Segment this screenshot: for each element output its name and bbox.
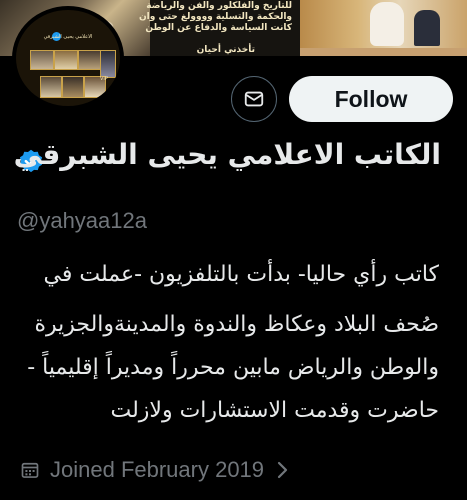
avatar-photo-tile bbox=[62, 76, 84, 98]
user-handle: @yahyaa12a bbox=[17, 208, 147, 233]
message-button[interactable] bbox=[231, 76, 277, 122]
chevron-right-icon bbox=[277, 461, 288, 479]
avatar-photo-tile bbox=[30, 50, 54, 70]
banner-text-block: للتاريخ والفلكلور والفن والرياضة والحكمة… bbox=[139, 0, 300, 56]
envelope-icon bbox=[244, 91, 264, 107]
bio-line: كاتب رأي حاليا- بدأت بالتلفزيون -عملت في bbox=[43, 262, 439, 287]
bio-line: والوطن والرياض مابين محرراً ومديراً إقلي… bbox=[27, 355, 439, 380]
banner-text-line: كانت السياسة والدفاع عن الوطن bbox=[145, 23, 292, 33]
banner-photo-right bbox=[300, 0, 467, 56]
follow-button[interactable]: Follow bbox=[289, 76, 453, 122]
joined-date-row[interactable]: Joined February 2019 bbox=[20, 455, 288, 485]
bio-line: صُحف البلاد وعكاظ والندوة والمدينةوالجزي… bbox=[34, 312, 439, 337]
avatar-vip-label: VIP bbox=[100, 76, 108, 82]
avatar-photo-tile bbox=[100, 50, 116, 78]
calendar-icon bbox=[21, 462, 39, 478]
avatar-photo-tile bbox=[40, 76, 62, 98]
bio-line: حاضرت وقدمت الاستشارات ولازلت bbox=[110, 398, 440, 423]
display-name: الكاتب الاعلامي يحيى الشبرقي bbox=[13, 138, 441, 171]
banner-text-line: تأخذني أحيان bbox=[196, 45, 255, 55]
avatar-photo-tile bbox=[78, 50, 102, 70]
avatar[interactable]: الاعلامي يحيى الشبرقي VIP bbox=[12, 6, 124, 110]
banner-text-line: للتاريخ والفلكلور والفن والرياضة bbox=[146, 1, 292, 11]
joined-date-text: Joined February 2019 bbox=[50, 457, 265, 482]
avatar-photo-tile bbox=[54, 50, 78, 70]
avatar-image: الاعلامي يحيى الشبرقي VIP bbox=[16, 10, 120, 106]
banner-text-line: والحكمة والتسلية وووولغ حتى وان bbox=[138, 12, 292, 22]
avatar-caption: الاعلامي يحيى الشبرقي bbox=[43, 34, 93, 40]
